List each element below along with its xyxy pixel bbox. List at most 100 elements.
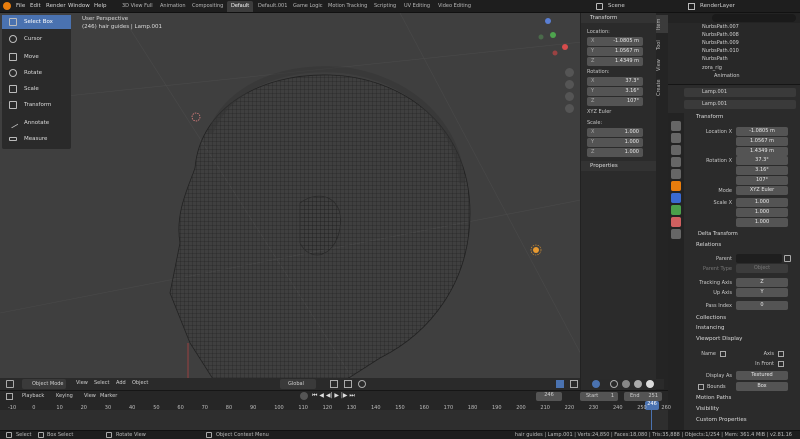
output-props-icon[interactable] [671, 145, 681, 155]
pass-index-field[interactable]: 0 [736, 301, 788, 310]
tool-measure[interactable]: Measure [2, 132, 71, 146]
clock-icon[interactable] [6, 393, 13, 400]
playhead[interactable]: 246 [645, 401, 659, 410]
end-frame-field[interactable]: End 251 [624, 392, 662, 401]
orientation-select[interactable]: Global [280, 379, 316, 389]
3d-viewport[interactable]: User Perspective (246) hair guides | Lam… [0, 13, 668, 390]
scene-selector[interactable]: Scene [608, 3, 625, 9]
tool-transform[interactable]: Transform [2, 98, 71, 112]
modifier-props-icon[interactable] [671, 193, 681, 203]
menu-render[interactable]: Render [46, 3, 66, 9]
object-props-icon[interactable] [671, 181, 681, 191]
bounds-checkbox[interactable] [698, 384, 704, 390]
pivot-icon[interactable] [330, 380, 338, 388]
menu-keying[interactable]: Keying [56, 393, 73, 399]
section-collections[interactable]: Collections [684, 315, 800, 324]
section-motion-paths[interactable]: Motion Paths [684, 395, 800, 404]
scale-y-field[interactable]: Y 1.000 [587, 138, 643, 147]
snap-icon[interactable] [344, 380, 352, 388]
tab-scripting[interactable]: Scripting [370, 1, 400, 12]
section-transform[interactable]: Transform [684, 114, 800, 123]
view-layer-props-icon[interactable] [671, 157, 681, 167]
display-as-select[interactable]: Textured [736, 371, 788, 380]
tab-default[interactable]: Default [227, 1, 254, 12]
tool-scale[interactable]: Scale [2, 82, 71, 96]
prop-rotation-y[interactable]: 3.16° [736, 166, 788, 175]
tool-select-box[interactable]: Select Box [2, 15, 71, 29]
tab-view[interactable]: View [656, 57, 668, 73]
tab-3d-view-full[interactable]: 3D View Full [118, 1, 157, 12]
tool-move[interactable]: Move [2, 50, 71, 64]
bounds-type-select[interactable]: Box [736, 382, 788, 391]
menu-view[interactable]: View [76, 380, 88, 386]
location-x-field[interactable]: X -1.0805 m [587, 37, 643, 46]
gizmo-toggle-icon[interactable] [556, 380, 564, 388]
rotation-mode-select[interactable]: XYZ Euler [587, 109, 611, 115]
overlay-toggle-icon[interactable] [570, 380, 578, 388]
rotation-mode-select[interactable]: XYZ Euler [736, 186, 788, 195]
menu-select[interactable]: Select [94, 380, 109, 386]
prop-rotation-z[interactable]: 107° [736, 176, 788, 185]
prop-scale-y[interactable]: 1.000 [736, 208, 788, 217]
tab-create[interactable]: Create [656, 77, 668, 99]
outliner-search-input[interactable] [712, 14, 796, 22]
menu-add[interactable]: Add [116, 380, 126, 386]
list-item[interactable]: Animation [668, 72, 800, 80]
rotation-z-field[interactable]: Z 107° [587, 97, 643, 106]
eyedropper-icon[interactable] [784, 255, 791, 262]
parent-type-select[interactable]: Object [736, 264, 788, 273]
section-visibility[interactable]: Visibility [684, 406, 800, 415]
transform-panel-header[interactable]: Transform [581, 13, 657, 23]
prop-location-x[interactable]: -1.0805 m [736, 127, 788, 136]
in-front-checkbox[interactable] [778, 361, 784, 367]
pan-icon[interactable] [565, 80, 574, 89]
tab-item[interactable]: Item [656, 15, 668, 33]
list-item[interactable]: NurbsPath.009 [668, 39, 800, 47]
tool-props-icon[interactable] [671, 121, 681, 131]
tab-compositing[interactable]: Compositing [188, 1, 227, 12]
list-item[interactable]: NurbsPath [668, 55, 800, 63]
wireframe-shading-icon[interactable] [610, 380, 618, 388]
rotation-y-field[interactable]: Y 3.16° [587, 87, 643, 96]
editor-type-icon[interactable] [6, 380, 14, 388]
location-y-field[interactable]: Y 1.0567 m [587, 47, 643, 56]
show-axis-checkbox[interactable] [778, 351, 784, 357]
scale-x-field[interactable]: X 1.000 [587, 128, 643, 137]
tab-uv-editing[interactable]: UV Editing [400, 1, 434, 12]
playback-controls[interactable]: ⏮ ◀ ◀| ▶ |▶ ⏭ [312, 392, 355, 400]
tab-animation[interactable]: Animation [156, 1, 190, 12]
camera-view-icon[interactable] [565, 92, 574, 101]
rendered-shading-icon[interactable] [646, 380, 654, 388]
tracking-axis-select[interactable]: Z [736, 278, 788, 287]
menu-help[interactable]: Help [94, 3, 107, 9]
tab-default-001[interactable]: Default.001 [254, 1, 291, 12]
data-props-icon[interactable] [671, 229, 681, 239]
properties-panel-header[interactable]: Properties [581, 161, 657, 171]
xray-icon[interactable] [592, 380, 600, 388]
section-viewport-display[interactable]: Viewport Display [684, 336, 800, 345]
start-frame-field[interactable]: Start 1 [580, 392, 618, 401]
list-item[interactable]: NurbsPath.007 [668, 23, 800, 31]
record-icon[interactable] [300, 392, 308, 400]
blender-logo-icon[interactable] [3, 2, 11, 10]
menu-edit[interactable]: Edit [30, 3, 41, 9]
constraint-props-icon[interactable] [671, 217, 681, 227]
tab-game-logic[interactable]: Game Logic [289, 1, 327, 12]
menu-object[interactable]: Object [132, 380, 148, 386]
ortho-toggle-icon[interactable] [565, 104, 574, 113]
tool-cursor[interactable]: Cursor [2, 32, 71, 46]
parent-field[interactable] [736, 254, 782, 263]
tab-video-editing[interactable]: Video Editing [434, 1, 475, 12]
section-delta-transform[interactable]: Delta Transform [684, 231, 800, 240]
tab-motion-tracking[interactable]: Motion Tracking [324, 1, 371, 12]
proportional-edit-icon[interactable] [358, 380, 366, 388]
list-item[interactable]: NurbsPath.010 [668, 47, 800, 55]
menu-playback[interactable]: Playback [22, 393, 44, 399]
scale-z-field[interactable]: Z 1.000 [587, 148, 643, 157]
prop-scale-z[interactable]: 1.000 [736, 218, 788, 227]
prop-rotation-x[interactable]: 37.3° [736, 156, 788, 165]
show-name-checkbox[interactable] [720, 351, 726, 357]
prop-scale-x[interactable]: 1.000 [736, 198, 788, 207]
tool-rotate[interactable]: Rotate [2, 66, 71, 80]
mode-select[interactable]: Object Mode [22, 379, 66, 389]
